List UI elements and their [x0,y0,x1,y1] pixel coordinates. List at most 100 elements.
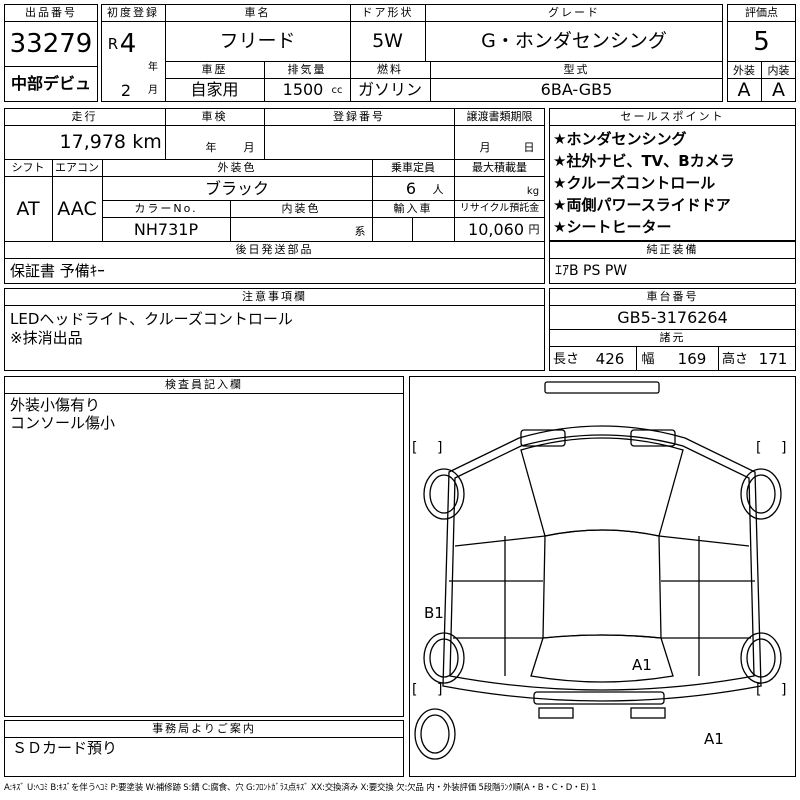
height-label: 高さ [721,351,748,367]
displacement-unit: cc [331,85,343,96]
grade: G・ホンダセンシング [481,30,667,52]
car-name: フリード [219,30,296,52]
legend: A:ｷｽﾞ U:ﾍｺﾐ B:ｷｽﾞを伴うﾍｺﾐ P:要塗装 W:補修跡 S:錆 … [4,782,597,793]
reg-month: 2 [120,81,132,100]
mileage: 17,978 [59,130,126,153]
capacity-label: 乗車定員 [391,161,435,174]
bracket: ] [781,440,787,456]
equipment: ｴｱB PS PW [555,263,628,279]
color: ブラック [204,178,269,198]
grade-label: グレード [548,6,600,19]
displacement-label: 排気量 [287,63,327,76]
shift-label: シフト [11,161,45,174]
car-name-label: 車名 [244,6,271,19]
notes-line: LEDヘッドライト、クルーズコントロール [10,310,293,328]
int-color-unit: 系 [354,224,366,238]
transfer-label: 譲渡書類期限 [466,110,533,123]
int-grade-label: 内装 [767,63,790,77]
recycle-unit: 円 [528,222,540,236]
door-label: ドア形状 [361,6,414,19]
first-reg-label: 初度登録 [107,6,159,19]
int-color-label: 内装色 [281,202,321,215]
rear-plate [630,707,666,719]
color-label: 外装色 [217,161,257,174]
sales-points-label: セールスポイント [620,110,725,123]
score: 5 [753,26,770,57]
inspection-label: 車検 [201,110,228,123]
width-label: 幅 [641,351,655,367]
length: 426 [595,349,625,368]
transfer-day-unit: 日 [523,140,535,154]
bracket: [ [756,440,762,456]
height: 171 [758,349,788,368]
plate-label: 登録番号 [333,110,385,123]
score-label: 評価点 [745,6,778,19]
parts: 保証書 予備ｷｰ [10,261,105,280]
notes-line: ※抹消出品 [10,329,83,347]
windshield [520,437,684,537]
recycle-fee: 10,060 [468,219,524,239]
shift: AT [16,197,40,220]
inspection-year-unit: 年 [205,140,217,154]
color-no: NH731P [133,219,199,239]
front-bumper [533,691,665,705]
damage-mark: B1 [424,604,444,622]
parts-label: 後日発送部品 [235,243,314,256]
chassis-number: GB5-3176264 [617,307,728,327]
width: 169 [677,349,707,368]
mileage-label: 走行 [71,110,98,123]
sales-point: ★社外ナビ、TV、Bカメラ [553,152,735,170]
roof [542,529,662,639]
door-type: 5W [372,30,403,52]
sales-point: ★ホンダセンシング [553,130,687,148]
inspector-line: コンソール傷小 [10,414,116,432]
inspection-month-unit: 月 [243,140,255,154]
bracket: ] [781,682,787,698]
int-grade: A [772,78,785,101]
sales-point: ★両側パワースライドドア [553,196,731,214]
fuel: ガソリン [357,80,422,99]
capacity-unit: 人 [432,182,444,196]
load-unit: kg [526,186,540,197]
reg-year-unit: 年 [148,62,158,73]
inspector-line: 外装小傷有り [10,396,101,414]
mileage-unit: km [132,130,162,153]
bracket: [ [412,682,418,698]
import-label: 輸入車 [393,202,433,215]
equipment-label: 純正装備 [646,243,699,256]
office-text: ＳＤカード預り [12,739,118,757]
dims-label: 諸元 [659,331,686,344]
body-inner [449,434,755,691]
body-outline [442,425,762,702]
history: 自家用 [190,80,239,99]
lot-label: 出品番号 [25,6,77,19]
reg-year: 4 [119,29,137,59]
history-label: 車歴 [201,63,228,76]
lot-number: 33279 [9,29,93,59]
chassis-label: 車台番号 [646,290,699,303]
load-label: 最大積載量 [472,161,527,174]
inspector-label: 検査員記入欄 [165,378,243,391]
color-no-label: カラーNo. [134,202,198,215]
sales-point: ★シートヒーター [553,218,672,236]
fuel-label: 燃料 [377,63,403,76]
bracket: ] [437,682,443,698]
ac-label: エアコン [55,161,99,174]
bracket: [ [756,682,762,698]
length-label: 長さ [553,351,580,367]
reg-month-unit: 月 [148,85,158,96]
car-diagram [414,381,782,760]
ext-grade-label: 外装 [733,63,755,77]
ac: AAC [57,197,97,220]
notes-label: 注意事項欄 [242,290,307,303]
dealer-name: 中部デビュ [10,74,91,93]
roof-line [544,381,660,394]
ext-grade: A [737,78,751,101]
model-code: 6BA-GB5 [540,80,613,99]
sales-point: ★クルーズコントロール [553,174,716,192]
rear-plate [538,707,574,719]
capacity: 6 [405,178,417,198]
bracket: ] [437,440,443,456]
office-label: 事務局よりご案内 [152,722,256,735]
damage-mark: A1 [632,656,652,674]
